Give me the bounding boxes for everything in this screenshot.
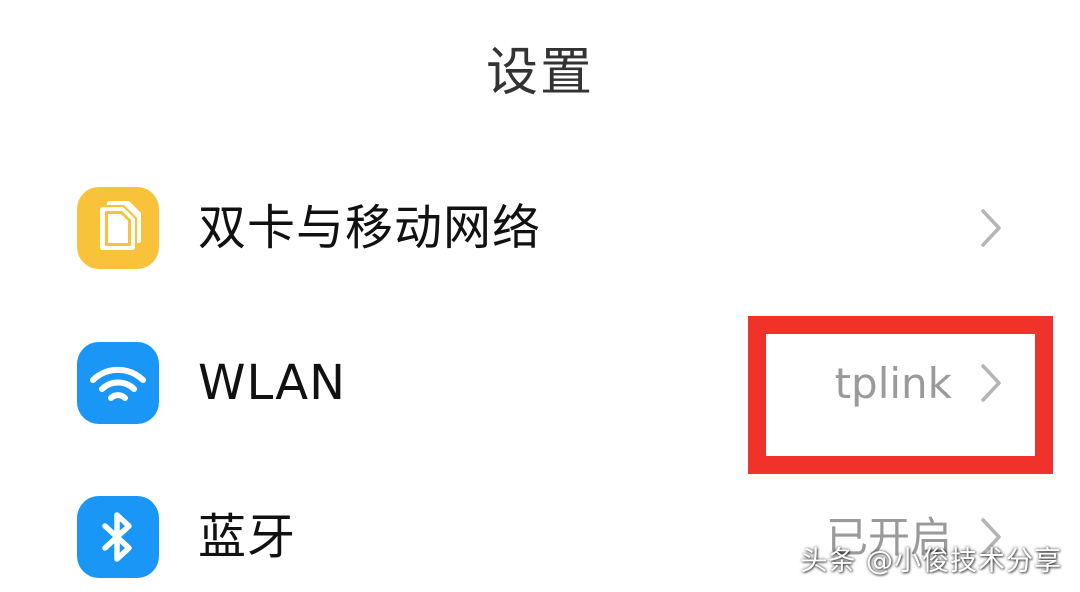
settings-screen: 设置 双卡与移动网络 WLAN tplink 蓝牙 已开启 头条 @小俊技术分享 bbox=[0, 0, 1080, 592]
chevron-right-icon bbox=[981, 209, 1001, 247]
sim-card-icon bbox=[77, 187, 159, 269]
page-title: 设置 bbox=[485, 43, 594, 103]
settings-item-dual-sim-mobile-network[interactable]: 双卡与移动网络 bbox=[0, 173, 1080, 283]
watermark: 头条 @小俊技术分享 bbox=[800, 546, 1062, 577]
wifi-icon bbox=[77, 342, 159, 424]
annotation-highlight-box bbox=[748, 316, 1053, 474]
settings-item-label: 双卡与移动网络 bbox=[198, 200, 542, 256]
settings-item-label: WLAN bbox=[198, 355, 347, 411]
bluetooth-icon bbox=[77, 496, 159, 578]
settings-item-label: 蓝牙 bbox=[198, 509, 297, 565]
